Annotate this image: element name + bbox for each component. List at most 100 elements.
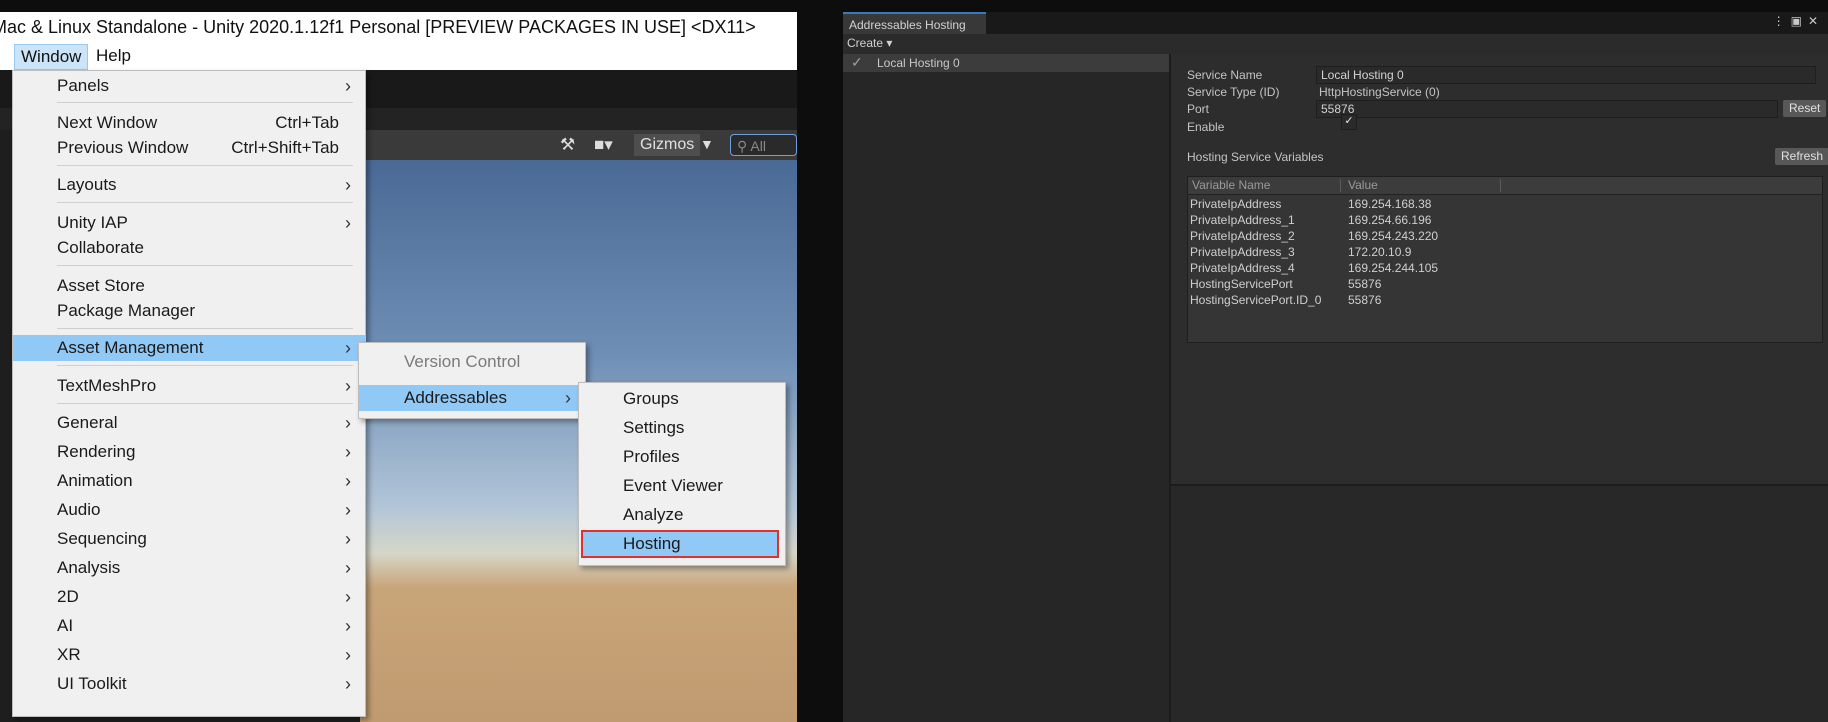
variable-value: 169.254.66.196 <box>1348 213 1432 227</box>
table-row[interactable]: PrivateIpAddress 169.254.168.38 <box>1188 196 1822 212</box>
dropdown-arrow-icon: ▾ <box>886 36 893 50</box>
service-list-item[interactable]: ✓ Local Hosting 0 <box>843 54 1169 72</box>
tab-addressables-hosting[interactable]: Addressables Hosting <box>843 12 986 34</box>
tools-icon[interactable]: ⚒ <box>560 135 575 155</box>
menu-item-animation[interactable]: Animation › <box>13 468 365 494</box>
menu-item-addressables[interactable]: Addressables › <box>359 385 585 411</box>
table-row[interactable]: PrivateIpAddress_2 169.254.243.220 <box>1188 228 1822 244</box>
chevron-right-icon: › <box>345 645 351 665</box>
menu-item-panels[interactable]: Panels › <box>13 73 365 99</box>
variable-name: PrivateIpAddress_3 <box>1190 245 1295 259</box>
kebab-menu-icon[interactable]: ⋮ <box>1773 14 1791 28</box>
chevron-right-icon: › <box>345 175 351 195</box>
camera-icon[interactable]: ■▾ <box>594 135 613 155</box>
menu-item-analyze[interactable]: Analyze <box>579 502 785 528</box>
column-divider[interactable] <box>1500 179 1501 192</box>
menu-separator <box>57 403 353 404</box>
table-row[interactable]: HostingServicePort 55876 <box>1188 276 1822 292</box>
menu-item-rendering[interactable]: Rendering › <box>13 439 365 465</box>
menu-item-groups[interactable]: Groups <box>579 386 785 412</box>
variable-name: PrivateIpAddress_4 <box>1190 261 1295 275</box>
service-name-label: Local Hosting 0 <box>877 56 960 70</box>
variable-value: 55876 <box>1348 293 1382 307</box>
chevron-right-icon: › <box>345 616 351 636</box>
menu-item-audio[interactable]: Audio › <box>13 497 365 523</box>
close-icon[interactable]: ✕ <box>1808 14 1824 28</box>
window-title: Mac & Linux Standalone - Unity 2020.1.12… <box>0 17 756 37</box>
menu-window[interactable]: Window <box>14 44 89 70</box>
table-row[interactable]: PrivateIpAddress_1 169.254.66.196 <box>1188 212 1822 228</box>
scene-search-input[interactable]: ⚲ All <box>730 134 797 156</box>
asset-management-menu: Version Control Addressables › <box>358 342 586 419</box>
chevron-right-icon: › <box>345 76 351 96</box>
menu-item-asset-management[interactable]: Asset Management › <box>13 335 365 361</box>
menu-item-asset-store[interactable]: Asset Store <box>13 273 365 299</box>
enable-label: Enable <box>1187 120 1225 134</box>
chevron-right-icon: › <box>345 413 351 433</box>
gizmos-dropdown-icon[interactable]: ▼ <box>700 136 714 152</box>
menu-separator <box>57 265 353 266</box>
menu-item-previous-window[interactable]: Previous Window Ctrl+Shift+Tab <box>13 135 365 161</box>
chevron-right-icon: › <box>345 471 351 491</box>
menu-item-settings[interactable]: Settings <box>579 415 785 441</box>
menu-item-next-window[interactable]: Next Window Ctrl+Tab <box>13 110 365 136</box>
chevron-right-icon: › <box>565 388 571 408</box>
menu-item-collaborate[interactable]: Collaborate <box>13 235 365 261</box>
service-type-label: Service Type (ID) <box>1187 85 1280 99</box>
menu-item-ai[interactable]: AI › <box>13 613 365 639</box>
menu-item-version-control: Version Control <box>404 352 521 371</box>
menu-separator <box>57 202 353 203</box>
maximize-icon[interactable]: ▣ <box>1791 14 1808 28</box>
service-type-value: HttpHostingService (0) <box>1319 85 1440 99</box>
create-dropdown[interactable]: Create ▾ <box>847 36 892 50</box>
column-divider[interactable] <box>1340 179 1341 192</box>
unity-editor: Mac & Linux Standalone - Unity 2020.1.12… <box>0 0 797 722</box>
hosting-toolbar: Create ▾ <box>843 34 1828 55</box>
create-label: Create <box>847 36 884 50</box>
menu-item-layouts[interactable]: Layouts › <box>13 172 365 198</box>
variables-label: Hosting Service Variables <box>1187 150 1324 164</box>
menu-item-xr[interactable]: XR › <box>13 642 365 668</box>
variable-name: PrivateIpAddress_1 <box>1190 213 1295 227</box>
tab-bar: Addressables Hosting ⋮▣✕ <box>843 12 1828 34</box>
menu-item-general[interactable]: General › <box>13 410 365 436</box>
refresh-button[interactable]: Refresh <box>1775 148 1828 165</box>
chevron-right-icon: › <box>345 558 351 578</box>
table-row[interactable]: HostingServicePort.ID_0 55876 <box>1188 292 1822 308</box>
service-name-label: Service Name <box>1187 68 1263 82</box>
menu-item-sequencing[interactable]: Sequencing › <box>13 526 365 552</box>
checkmark-icon: ✓ <box>851 54 863 70</box>
menu-separator <box>57 102 353 103</box>
column-variable-name[interactable]: Variable Name <box>1192 178 1270 192</box>
table-row[interactable]: PrivateIpAddress_4 169.254.244.105 <box>1188 260 1822 276</box>
enable-checkbox[interactable]: ✓ <box>1341 114 1357 130</box>
addressables-menu: Groups Settings Profiles Event Viewer An… <box>578 382 786 566</box>
menu-item-event-viewer[interactable]: Event Viewer <box>579 473 785 499</box>
menu-help[interactable]: Help <box>90 44 137 68</box>
window-controls[interactable]: ⋮▣✕ <box>1773 14 1824 28</box>
menu-item-profiles[interactable]: Profiles <box>579 444 785 470</box>
port-field[interactable]: 55876 <box>1316 100 1778 118</box>
menu-separator <box>57 365 353 366</box>
menu-item-textmeshpro[interactable]: TextMeshPro › <box>13 373 365 399</box>
menu-item-2d[interactable]: 2D › <box>13 584 365 610</box>
menu-item-analysis[interactable]: Analysis › <box>13 555 365 581</box>
service-list: ✓ Local Hosting 0 <box>843 54 1171 722</box>
chevron-right-icon: › <box>345 442 351 462</box>
menu-item-ui-toolkit[interactable]: UI Toolkit › <box>13 671 365 697</box>
window-menu: Panels › Next Window Ctrl+Tab Previous Win… <box>12 70 366 717</box>
gizmos-button[interactable]: Gizmos <box>634 134 701 156</box>
variable-name: HostingServicePort <box>1190 277 1293 291</box>
service-name-field[interactable]: Local Hosting 0 <box>1316 66 1816 84</box>
menu-item-unity-iap[interactable]: Unity IAP › <box>13 210 365 236</box>
service-detail-panel: Service Name Local Hosting 0 Service Typ… <box>1171 54 1828 486</box>
reset-button[interactable]: Reset <box>1783 100 1827 117</box>
variable-name: PrivateIpAddress <box>1190 197 1282 211</box>
table-row[interactable]: PrivateIpAddress_3 172.20.10.9 <box>1188 244 1822 260</box>
variable-value: 172.20.10.9 <box>1348 245 1412 259</box>
window-titlebar: Mac & Linux Standalone - Unity 2020.1.12… <box>0 12 797 42</box>
chevron-right-icon: › <box>345 338 351 358</box>
column-value[interactable]: Value <box>1348 178 1378 192</box>
menu-item-package-manager[interactable]: Package Manager <box>13 298 365 324</box>
menu-separator <box>57 328 353 329</box>
